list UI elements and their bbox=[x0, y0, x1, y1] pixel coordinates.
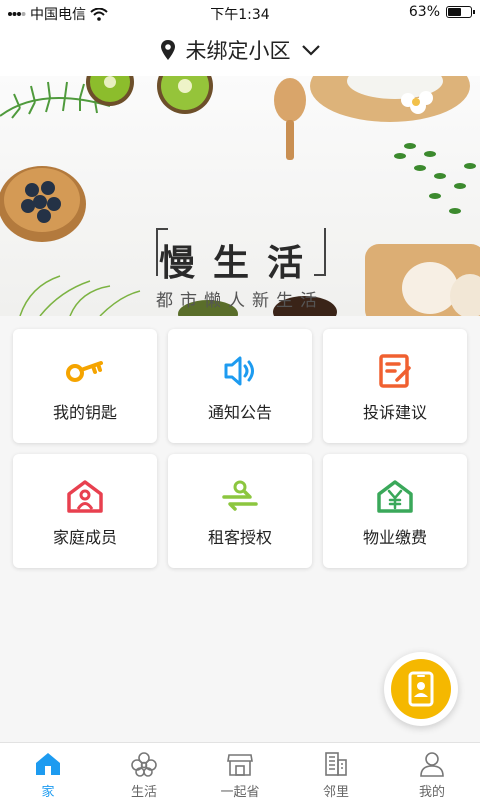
tile-family-members[interactable]: 家庭成员 bbox=[13, 454, 157, 568]
tile-notices[interactable]: 通知公告 bbox=[168, 329, 312, 443]
location-pin-icon bbox=[160, 40, 175, 60]
speaker-icon bbox=[224, 356, 254, 386]
banner[interactable]: 慢生活 都市懒人新生活 bbox=[0, 76, 480, 316]
home-icon bbox=[36, 753, 60, 775]
user-icon bbox=[420, 752, 444, 777]
tab-label: 邻里 bbox=[322, 785, 349, 800]
tab-bar: 家 生活 一起省 邻里 我的 bbox=[0, 742, 480, 800]
community-selector[interactable]: 未绑定小区 bbox=[0, 24, 480, 76]
tab-save-together[interactable]: 一起省 bbox=[192, 743, 288, 800]
family-home-icon bbox=[67, 480, 103, 513]
contact-fab[interactable] bbox=[384, 652, 458, 726]
tenant-auth-icon bbox=[222, 480, 258, 511]
tab-home[interactable]: 家 bbox=[0, 743, 96, 800]
chevron-down-icon bbox=[301, 45, 320, 56]
banner-subtitle: 都市懒人新生活 bbox=[156, 291, 324, 311]
phone-contact-icon bbox=[408, 671, 434, 707]
payment-house-icon bbox=[377, 480, 413, 513]
battery-percent: 63% bbox=[408, 4, 440, 20]
tile-label: 家庭成员 bbox=[52, 528, 117, 547]
tile-label: 租客授权 bbox=[207, 528, 272, 547]
banner-title: 慢生活 bbox=[158, 242, 321, 284]
status-right: 63% bbox=[408, 4, 475, 20]
tile-tenant-auth[interactable]: 租客授权 bbox=[168, 454, 312, 568]
fab-inner bbox=[391, 659, 451, 719]
tab-label: 我的 bbox=[418, 785, 445, 800]
tile-complaints[interactable]: 投诉建议 bbox=[323, 329, 467, 443]
status-bar: 中国电信 下午1:34 63% bbox=[0, 0, 480, 24]
tab-mine[interactable]: 我的 bbox=[384, 743, 480, 800]
tile-label: 通知公告 bbox=[207, 403, 272, 422]
tile-label: 投诉建议 bbox=[362, 403, 427, 422]
building-icon bbox=[325, 752, 347, 776]
tab-life[interactable]: 生活 bbox=[96, 743, 192, 800]
edit-note-icon bbox=[379, 354, 411, 388]
key-icon bbox=[66, 361, 103, 382]
community-title: 未绑定小区 bbox=[185, 39, 291, 63]
tab-label: 生活 bbox=[130, 785, 157, 800]
tab-label: 一起省 bbox=[220, 785, 260, 800]
tile-my-keys[interactable]: 我的钥匙 bbox=[13, 329, 157, 443]
tile-property-fee[interactable]: 物业缴费 bbox=[323, 454, 467, 568]
tile-label: 物业缴费 bbox=[362, 528, 427, 547]
tab-label: 家 bbox=[41, 785, 55, 800]
flower-icon bbox=[131, 752, 157, 777]
battery-fill bbox=[448, 8, 462, 16]
tile-label: 我的钥匙 bbox=[52, 403, 117, 422]
tab-neighbors[interactable]: 邻里 bbox=[288, 743, 384, 800]
battery-icon bbox=[446, 6, 475, 18]
shop-icon bbox=[227, 754, 253, 776]
